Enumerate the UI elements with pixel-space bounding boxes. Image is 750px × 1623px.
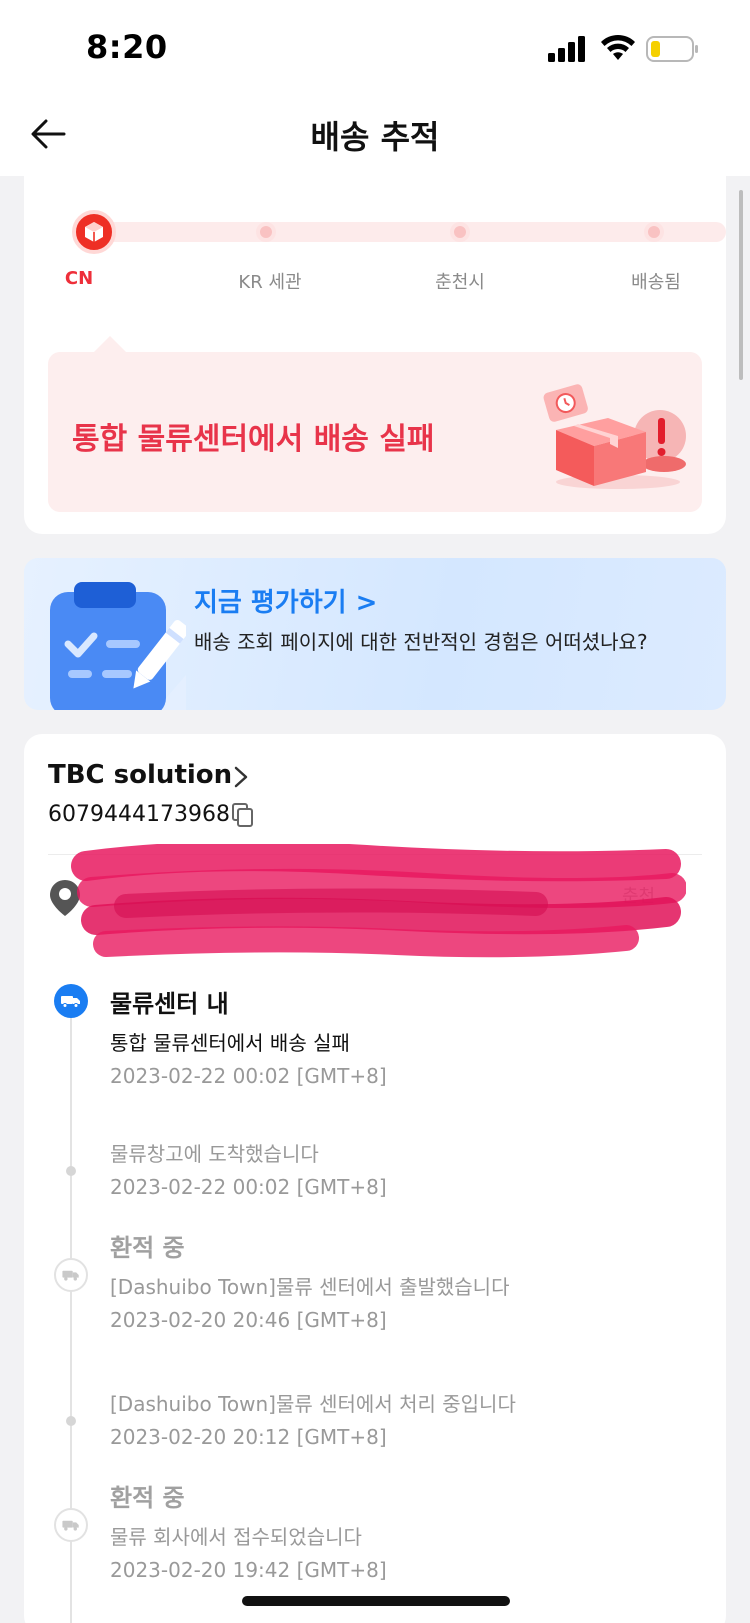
event-time: 2023-02-20 19:42 [GMT+8]: [110, 1558, 387, 1582]
status-time: 8:20: [86, 28, 168, 66]
copy-icon[interactable]: [230, 802, 256, 828]
step-label-delivered: 배송됨: [631, 272, 681, 293]
event-description: 물류 회사에서 접수되었습니다: [110, 1525, 362, 1549]
step-label-cn: CN: [64, 268, 94, 289]
event-title: 환적 중: [110, 1484, 185, 1512]
progress-node-cn: [72, 210, 116, 254]
event-time: 2023-02-20 20:46 [GMT+8]: [110, 1308, 387, 1332]
status-pointer: [92, 336, 128, 354]
clipboard-pen-icon: [50, 582, 186, 710]
chevron-right-icon[interactable]: [230, 764, 252, 790]
progress-track: [94, 222, 726, 242]
wifi-icon: [601, 34, 635, 60]
cellular-signal-icon: [548, 36, 585, 62]
event-description: 통합 물류센터에서 배송 실패: [110, 1031, 350, 1055]
progress-node-chuncheon: [450, 222, 470, 242]
home-indicator[interactable]: [242, 1596, 510, 1606]
truck-icon: [62, 1270, 79, 1281]
timeline-event: 환적 중 [Dashuibo Town]물류 센터에서 출발했습니다 2023-…: [110, 1228, 509, 1332]
battery-icon: [646, 36, 698, 62]
progress-node-kr-customs: [256, 222, 276, 242]
delivery-status-box: 통합 물류센터에서 배송 실패: [48, 336, 702, 512]
tracking-detail-card: TBC solution 6079444173968 춘천 물류센터 내 통합 …: [24, 734, 726, 1623]
rate-now-banner[interactable]: 지금 평가하기 > 배송 조회 페이지에 대한 전반적인 경험은 어떠셨나요?: [24, 558, 726, 710]
event-description: [Dashuibo Town]물류 센터에서 출발했습니다: [110, 1275, 510, 1299]
event-title: 물류센터 내: [110, 990, 229, 1018]
event-description: 물류창고에 도착했습니다: [110, 1142, 319, 1166]
package-icon: [85, 222, 103, 242]
truck-icon: [61, 996, 80, 1008]
progress-node-delivered: [644, 222, 664, 242]
timeline-event: 물류창고에 도착했습니다 2023-02-22 00:02 [GMT+8]: [110, 1138, 387, 1199]
truck-icon: [62, 1520, 79, 1531]
rate-now-title[interactable]: 지금 평가하기 >: [194, 582, 377, 619]
status-bar: 8:20: [0, 0, 750, 100]
timeline-event: 물류센터 내 통합 물류센터에서 배송 실패 2023-02-22 00:02 …: [110, 984, 387, 1088]
event-description: [Dashuibo Town]물류 센터에서 처리 중입니다: [110, 1392, 516, 1416]
scrollbar[interactable]: [739, 190, 743, 380]
event-title: 환적 중: [110, 1234, 185, 1262]
shipping-progress-card: CN KR 세관 춘천시 배송됨 통합 물류센터에서 배송 실패: [24, 160, 726, 534]
redacted-address-scribble: [71, 844, 686, 958]
carrier-name[interactable]: TBC solution: [48, 760, 232, 790]
timeline-event: 환적 중 물류 회사에서 접수되었습니다 2023-02-20 19:42 [G…: [110, 1478, 387, 1582]
rate-now-subtitle: 배송 조회 페이지에 대한 전반적인 경험은 어떠셨나요?: [194, 630, 648, 654]
timeline-transit-dot: [54, 1258, 88, 1292]
step-label-kr-customs: KR 세관: [238, 272, 302, 293]
tracking-number: 6079444173968: [48, 802, 230, 827]
delivery-status-message: 통합 물류센터에서 배송 실패: [72, 422, 435, 457]
event-time: 2023-02-20 20:12 [GMT+8]: [110, 1425, 387, 1449]
timeline-dot: [66, 1166, 76, 1176]
timeline-dot: [66, 1416, 76, 1426]
timeline-event: [Dashuibo Town]물류 센터에서 처리 중입니다 2023-02-2…: [110, 1388, 516, 1449]
timeline-current-dot: [54, 984, 88, 1018]
event-time: 2023-02-22 00:02 [GMT+8]: [110, 1064, 387, 1088]
event-time: 2023-02-22 00:02 [GMT+8]: [110, 1175, 387, 1199]
failed-package-illustration: [543, 384, 686, 489]
timeline-transit-dot: [54, 1508, 88, 1542]
page-title: 배송 추적: [310, 118, 440, 156]
step-label-chuncheon: 춘천시: [435, 272, 485, 293]
